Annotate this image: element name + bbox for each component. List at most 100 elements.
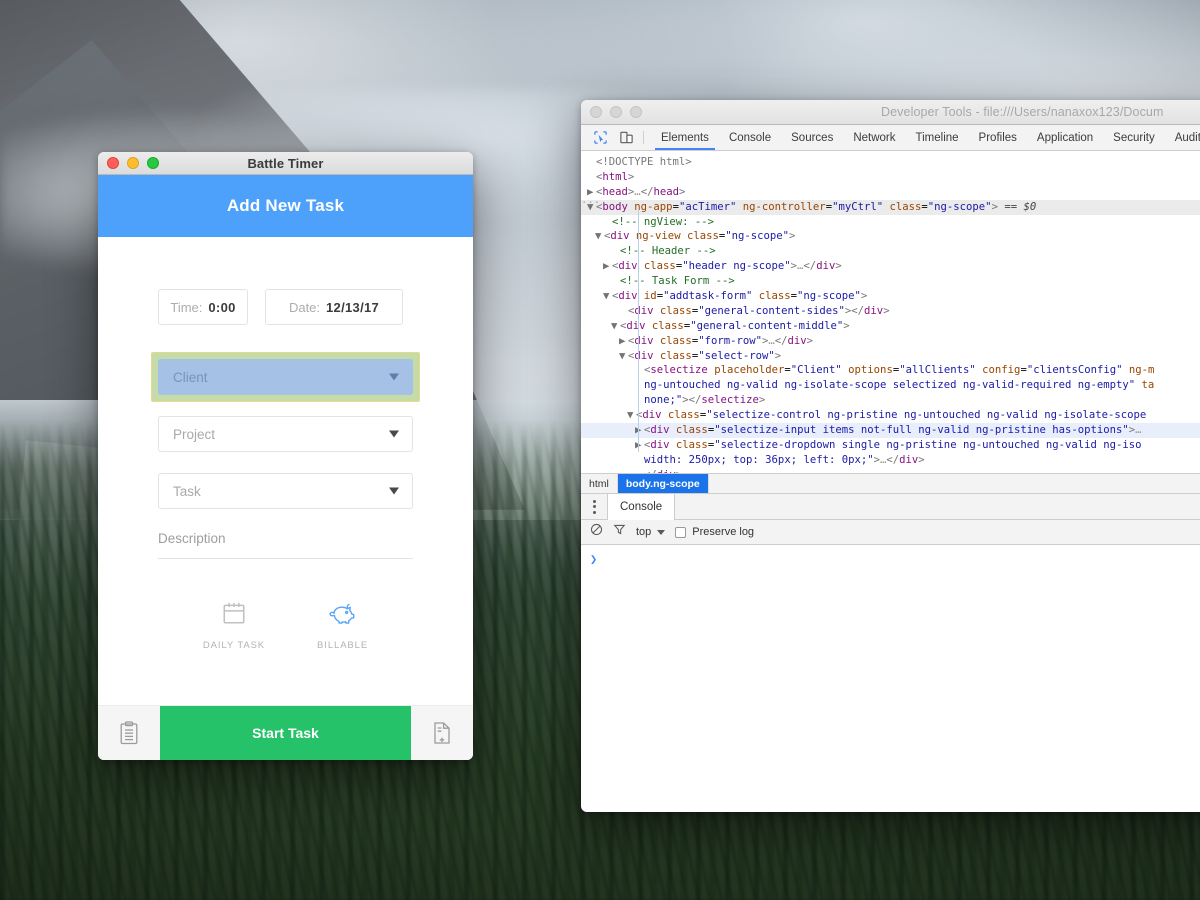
dom-tree-line[interactable]: <selectize placeholder="Client" options=… xyxy=(581,363,1200,378)
minimize-button[interactable] xyxy=(127,157,139,169)
dom-tree-line[interactable]: ▼ <div class="selectize-control ng-pristi… xyxy=(581,408,1200,423)
clear-console-icon[interactable] xyxy=(590,523,603,541)
console-drawer-tabbar[interactable]: Console xyxy=(581,494,1200,520)
console-context-select[interactable]: top xyxy=(636,526,666,538)
console-context-value: top xyxy=(636,526,652,538)
dom-scroll-marker: ··· xyxy=(581,197,601,209)
developer-tools-window[interactable]: Developer Tools - file:///Users/nanaxox1… xyxy=(581,100,1200,812)
date-field[interactable]: Date: 12/13/17 xyxy=(265,289,403,325)
project-select-row: Project xyxy=(158,416,413,452)
client-select-highlight: Client xyxy=(151,352,420,402)
tab-audits[interactable]: Audits xyxy=(1165,125,1200,150)
close-button[interactable] xyxy=(590,106,602,118)
devtools-tabbar[interactable]: Elements Console Sources Network Timelin… xyxy=(581,125,1200,151)
tab-elements[interactable]: Elements xyxy=(651,125,719,150)
tab-network[interactable]: Network xyxy=(843,125,905,150)
chevron-down-icon xyxy=(657,529,666,535)
dom-tree-line[interactable]: ▶ <div class="header ng-scope">…</div> xyxy=(581,259,1200,274)
tab-sources[interactable]: Sources xyxy=(781,125,843,150)
devtools-window-title: Developer Tools - file:///Users/nanaxox1… xyxy=(881,105,1164,119)
preserve-log-toggle[interactable]: Preserve log xyxy=(675,526,754,538)
dom-tree-line[interactable]: ▼ <div id="addtask-form" class="ng-scope"… xyxy=(581,289,1200,304)
dom-indent-guide xyxy=(638,209,639,452)
preserve-log-checkbox[interactable] xyxy=(675,526,687,538)
dom-tree-line[interactable]: <!-- ngView: --> xyxy=(581,215,1200,230)
dom-tree-line[interactable]: ▶<div class="selectize-input items not-f… xyxy=(581,423,1200,438)
clipboard-list-icon[interactable] xyxy=(98,706,160,760)
tab-security[interactable]: Security xyxy=(1103,125,1165,150)
preserve-log-label: Preserve log xyxy=(692,526,755,538)
maximize-button[interactable] xyxy=(630,106,642,118)
project-select-placeholder: Project xyxy=(173,426,216,442)
calendar-icon xyxy=(221,600,247,631)
devtools-window-controls[interactable] xyxy=(581,106,642,118)
dom-tree-line[interactable]: ▼ <body ng-app="acTimer" ng-controller="m… xyxy=(581,199,1200,215)
chevron-down-icon xyxy=(389,487,399,495)
devtools-titlebar[interactable]: Developer Tools - file:///Users/nanaxox1… xyxy=(581,100,1200,125)
daily-task-label: DAILY TASK xyxy=(202,640,266,651)
start-task-button[interactable]: Start Task xyxy=(160,706,411,760)
toolbar-divider xyxy=(643,131,644,144)
dom-tree-line[interactable]: <div class="general-content-sides"></div… xyxy=(581,304,1200,319)
client-select[interactable]: Client xyxy=(158,359,413,395)
dom-tree-line[interactable]: <html> xyxy=(581,170,1200,185)
time-field[interactable]: Time: 0:00 xyxy=(158,289,248,325)
description-input[interactable]: Description xyxy=(158,530,413,559)
tab-timeline[interactable]: Timeline xyxy=(906,125,969,150)
tab-console[interactable]: Console xyxy=(719,125,781,150)
drawer-tab-console[interactable]: Console xyxy=(607,494,676,520)
dom-tree-line[interactable]: </div> xyxy=(581,468,1200,473)
daily-task-toggle[interactable]: DAILY TASK xyxy=(203,600,265,651)
dom-tree-line[interactable]: ▶ <head>…</head> xyxy=(581,185,1200,200)
dom-tree-line[interactable]: none;"></selectize> xyxy=(581,393,1200,408)
task-form: Time: 0:00 Date: 12/13/17 Client Project… xyxy=(98,237,473,705)
tab-application[interactable]: Application xyxy=(1027,125,1103,150)
filter-icon[interactable] xyxy=(613,523,626,541)
task-select-row: Task xyxy=(158,473,413,509)
breadcrumb-item-html[interactable]: html xyxy=(581,474,618,493)
app-header: Add New Task xyxy=(98,175,473,237)
battle-timer-window[interactable]: Battle Timer Add New Task Time: 0:00 Dat… xyxy=(98,152,473,760)
tab-profiles[interactable]: Profiles xyxy=(969,125,1027,150)
inspect-element-icon[interactable] xyxy=(587,125,613,150)
billable-toggle[interactable]: BILLABLE xyxy=(317,600,368,651)
dom-tree-line[interactable]: ▶ <div class="form-row">…</div> xyxy=(581,334,1200,349)
document-add-icon[interactable] xyxy=(411,706,473,760)
more-options-icon[interactable] xyxy=(581,494,607,519)
dom-tree-line[interactable]: ng-untouched ng-valid ng-isolate-scope s… xyxy=(581,378,1200,393)
minimize-button[interactable] xyxy=(610,106,622,118)
console-toolbar[interactable]: top Preserve log xyxy=(581,520,1200,545)
dom-tree-line[interactable]: ▶<div class="selectize-dropdown single n… xyxy=(581,438,1200,453)
dom-tree[interactable]: <!DOCTYPE html> <html> ▶ <head>…</head> ▼ <bo… xyxy=(581,151,1200,473)
breadcrumb-item-body[interactable]: body.ng-scope xyxy=(617,474,709,493)
dom-tree-line[interactable]: <!-- Header --> xyxy=(581,244,1200,259)
dom-tree-line[interactable]: ▼ <div class="select-row"> xyxy=(581,349,1200,364)
project-select[interactable]: Project xyxy=(158,416,413,452)
console-output[interactable]: ❯ xyxy=(581,545,1200,775)
task-select-placeholder: Task xyxy=(173,483,201,499)
console-prompt[interactable]: ❯ xyxy=(590,552,597,566)
devtools-tab-list[interactable]: Elements Console Sources Network Timelin… xyxy=(651,125,1200,150)
time-label: Time: xyxy=(170,299,203,315)
maximize-button[interactable] xyxy=(147,157,159,169)
task-option-toggles: DAILY TASK BILLABLE xyxy=(158,600,413,651)
time-value: 0:00 xyxy=(208,299,236,315)
client-select-placeholder: Client xyxy=(173,369,208,385)
dom-tree-line[interactable]: ▼ <div class="general-content-middle"> xyxy=(581,319,1200,334)
close-button[interactable] xyxy=(107,157,119,169)
window-controls[interactable] xyxy=(98,157,159,169)
dom-tree-line[interactable]: <!-- Task Form --> xyxy=(581,274,1200,289)
dom-tree-line[interactable]: width: 250px; top: 36px; left: 0px;">…</… xyxy=(581,453,1200,468)
dom-tree-line[interactable]: <!DOCTYPE html> xyxy=(581,155,1200,170)
device-toolbar-icon[interactable] xyxy=(613,125,639,150)
task-select[interactable]: Task xyxy=(158,473,413,509)
chevron-down-icon xyxy=(389,430,399,438)
page-title: Add New Task xyxy=(226,196,345,215)
chevron-down-icon xyxy=(389,373,399,381)
breadcrumb[interactable]: html body.ng-scope xyxy=(581,473,1200,494)
description-placeholder: Description xyxy=(158,531,226,546)
piggy-bank-icon xyxy=(329,600,356,631)
dom-tree-pane[interactable]: ··· <!DOCTYPE html> <html> ▶ <head>…</head>… xyxy=(581,151,1200,473)
dom-tree-line[interactable]: ▼ <div ng-view class="ng-scope"> xyxy=(581,229,1200,244)
app-titlebar[interactable]: Battle Timer xyxy=(98,152,473,175)
